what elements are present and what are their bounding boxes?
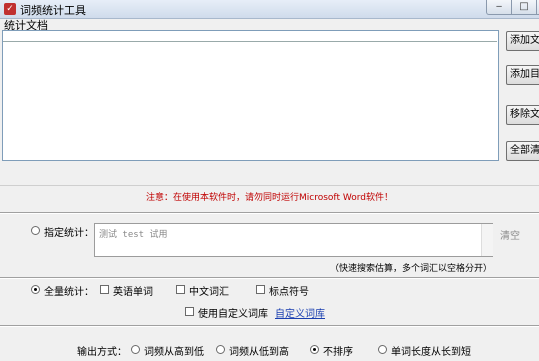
custom-lib-label: 使用自定义词库 <box>198 309 268 320</box>
full-stats-label: 全量统计： <box>44 287 94 298</box>
file-list-header-divider <box>3 41 497 42</box>
divider <box>0 185 539 186</box>
sort-high-low-label: 词频从高到低 <box>144 347 204 358</box>
custom-lib-checkbox[interactable] <box>185 307 194 316</box>
clear-all-button[interactable]: 全部清空 <box>506 141 539 161</box>
sort-length-radio[interactable] <box>378 345 387 354</box>
app-logo-icon: ✓ <box>4 3 16 15</box>
words-input-scrollbar[interactable] <box>481 224 493 256</box>
output-mode-label: 输出方式： <box>77 347 127 358</box>
divider-highlight <box>0 326 539 327</box>
file-list[interactable] <box>2 30 499 161</box>
warning-notice: 注意：在使用本软件时，请勿同时运行Microsoft Word软件！ <box>146 193 393 203</box>
no-sort-label: 不排序 <box>323 347 353 358</box>
specified-stats-label: 指定统计： <box>44 228 94 239</box>
punctuation-label: 标点符号 <box>269 287 309 298</box>
divider-highlight <box>0 278 539 279</box>
specified-hint: （快速搜索估算，多个词汇以空格分开） <box>330 264 493 274</box>
add-folder-button[interactable]: 添加目录 <box>506 65 539 85</box>
divider-highlight <box>0 213 539 214</box>
sort-low-high-radio[interactable] <box>216 345 225 354</box>
punctuation-checkbox[interactable] <box>256 285 265 294</box>
window-title: 词频统计工具 <box>20 4 86 17</box>
chinese-words-checkbox[interactable] <box>176 285 185 294</box>
sort-low-high-label: 词频从低到高 <box>229 347 289 358</box>
maximize-button[interactable]: □ <box>511 0 537 15</box>
english-words-checkbox[interactable] <box>100 285 109 294</box>
chinese-words-label: 中文词汇 <box>189 287 229 298</box>
sort-length-label: 单词长度从长到短 <box>391 347 471 358</box>
custom-lib-link[interactable]: 自定义词库 <box>275 305 325 320</box>
no-sort-radio[interactable] <box>310 345 319 354</box>
english-words-label: 英语单词 <box>113 287 153 298</box>
add-file-button[interactable]: 添加文件 <box>506 31 539 51</box>
specified-words-input[interactable]: 测试 test 试用 <box>94 223 493 257</box>
full-stats-radio[interactable] <box>31 285 40 294</box>
minimize-button[interactable]: ‒ <box>486 0 512 15</box>
specified-stats-radio[interactable] <box>31 226 40 235</box>
sort-high-low-radio[interactable] <box>131 345 140 354</box>
remove-file-button[interactable]: 移除文件 <box>506 105 539 125</box>
clear-words-button[interactable]: 清空 <box>500 227 520 242</box>
